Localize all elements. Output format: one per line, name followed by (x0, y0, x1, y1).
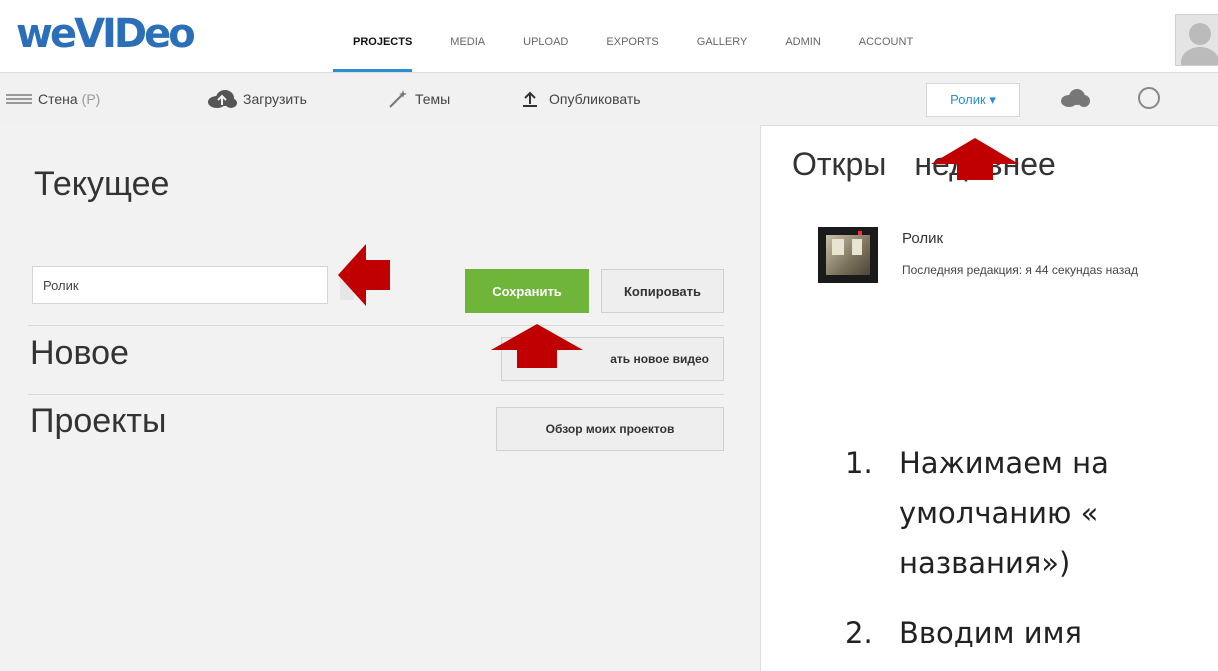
thumbnail-marker (858, 231, 862, 235)
recent-project-edited: Последняя редакция: я 44 секундas назад (902, 263, 1138, 277)
nav-upload[interactable]: UPLOAD (523, 30, 586, 72)
project-name-input[interactable] (32, 266, 328, 304)
projects-section-title: Проекты (30, 402, 167, 440)
recent-project-thumbnail[interactable] (818, 227, 878, 283)
instruction-text: Нажимаем на (899, 446, 1109, 480)
instruction-text: умолчанию « (899, 496, 1099, 530)
left-panel (0, 125, 761, 671)
instruction-text: Вводим имя (899, 616, 1082, 650)
new-section-title: Новое (30, 334, 129, 372)
nav-exports[interactable]: EXPORTS (606, 30, 676, 72)
nav-admin[interactable]: ADMIN (785, 30, 838, 72)
wall-button[interactable]: Стена (P) (6, 73, 100, 125)
up-arrow-annotation (491, 324, 583, 368)
recent-project-title[interactable]: Ролик (902, 230, 943, 247)
instruction-item-1: 1. Нажимаем на умолчанию « названия») (845, 438, 1109, 588)
divider (28, 394, 724, 395)
project-select-label: Ролик ▾ (950, 92, 996, 107)
publish-label: Опубликовать (549, 91, 641, 107)
nav-account[interactable]: ACCOUNT (859, 30, 931, 72)
globe-icon[interactable] (1138, 87, 1160, 109)
nav-media[interactable]: MEDIA (450, 30, 503, 72)
cloud-upload-icon (208, 90, 237, 108)
avatar-head-shape (1189, 23, 1211, 45)
logo-text: weVIDeo (16, 11, 196, 57)
list-icon (6, 94, 32, 104)
themes-label: Темы (415, 91, 451, 107)
avatar-body-shape (1181, 47, 1218, 65)
instruction-text: названия») (899, 546, 1071, 580)
upload-label: Загрузить (243, 91, 307, 107)
themes-button[interactable]: Темы (387, 73, 450, 125)
nav-gallery[interactable]: GALLERY (697, 30, 766, 72)
magic-wand-icon (389, 90, 407, 108)
thumbnail-detail (832, 239, 844, 255)
instruction-item-2: 2. Вводим имя (845, 608, 1109, 658)
upload-arrow-icon (523, 91, 537, 107)
instruction-number: 1. (845, 446, 873, 480)
project-toolbar: Стена (P) Загрузить Темы Опубликовать Ро… (0, 72, 1218, 126)
left-arrow-annotation (338, 244, 390, 306)
wall-label: Стена (38, 91, 78, 107)
cloud-icon[interactable] (1060, 89, 1090, 107)
upload-button[interactable]: Загрузить (207, 73, 307, 125)
wevideo-logo[interactable]: weVIDeo (16, 10, 196, 58)
project-select-dropdown[interactable]: Ролик ▾ (926, 83, 1020, 117)
publish-button[interactable]: Опубликовать (521, 73, 641, 125)
top-header: weVIDeo PROJECTS MEDIA UPLOAD EXPORTS GA… (0, 0, 1218, 72)
up-arrow-annotation (931, 138, 1019, 180)
instruction-number: 2. (845, 616, 873, 650)
browse-projects-button[interactable]: Обзор моих проектов (496, 407, 724, 451)
current-section-title: Текущее (34, 165, 170, 203)
thumbnail-detail (852, 239, 862, 255)
instruction-list: 1. Нажимаем на умолчанию « названия») 2. В… (845, 438, 1109, 658)
copy-button[interactable]: Копировать (601, 269, 724, 313)
avatar[interactable] (1175, 14, 1218, 66)
main-nav: PROJECTS MEDIA UPLOAD EXPORTS GALLERY AD… (333, 30, 951, 72)
nav-projects[interactable]: PROJECTS (333, 30, 413, 72)
recent-title-part-a: Откры (792, 146, 887, 182)
wall-suffix: (P) (81, 91, 101, 107)
save-button[interactable]: Сохранить (465, 269, 589, 313)
divider (28, 325, 724, 326)
